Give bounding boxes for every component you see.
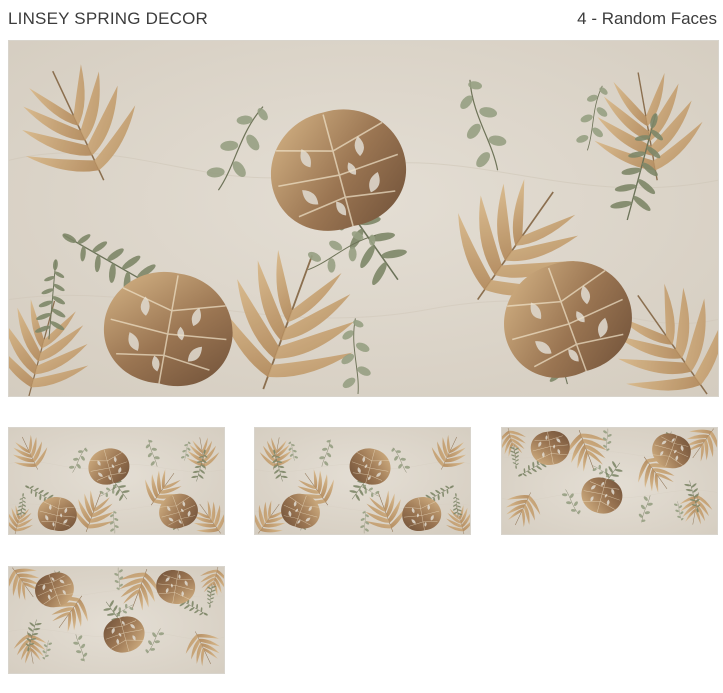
decor-face-thumbnail-2[interactable] bbox=[254, 427, 471, 535]
decor-pattern-image bbox=[9, 567, 224, 673]
decor-pattern-image bbox=[9, 41, 718, 396]
decor-face-thumbnail-4[interactable] bbox=[8, 566, 225, 674]
faces-count-label: 4 - Random Faces bbox=[577, 9, 717, 28]
collection-title: LINSEY SPRING DECOR bbox=[8, 9, 208, 28]
decor-pattern-image bbox=[502, 428, 717, 534]
decor-tile-main-preview bbox=[8, 40, 719, 397]
decor-pattern-image bbox=[255, 428, 470, 534]
decor-pattern-image bbox=[9, 428, 224, 534]
decor-face-thumbnail-1[interactable] bbox=[8, 427, 225, 535]
decor-face-thumbnail-3[interactable] bbox=[501, 427, 718, 535]
